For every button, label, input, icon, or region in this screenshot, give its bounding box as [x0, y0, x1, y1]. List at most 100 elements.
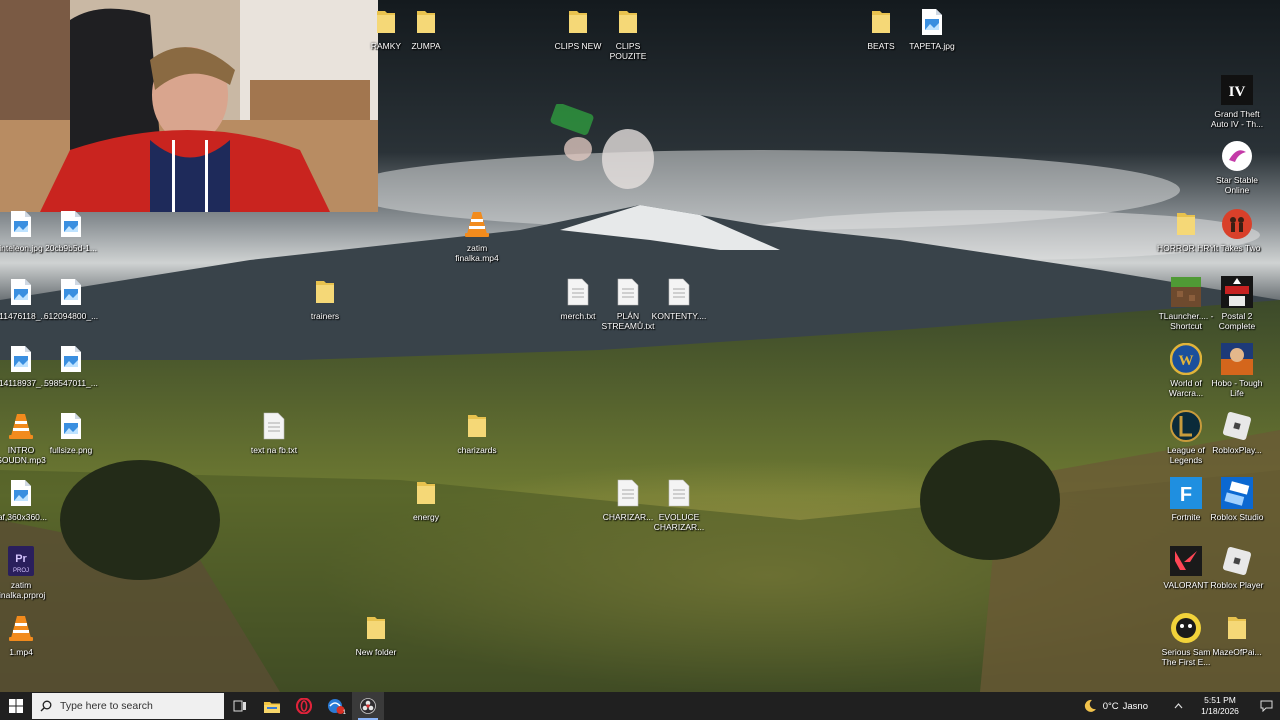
tl-icon — [1170, 276, 1202, 308]
desktop-icon-label: New folder — [355, 647, 397, 657]
image-icon — [5, 477, 37, 509]
text-icon — [663, 276, 695, 308]
desktop-icon[interactable]: energy — [396, 477, 456, 522]
taskbar: Type here to search 1 0°C Jasno 5:51 PM … — [0, 692, 1280, 720]
desktop-icon[interactable]: fullsize.png — [41, 410, 101, 455]
svg-text:Pr: Pr — [15, 553, 27, 565]
desktop-icon[interactable]: zatim finalka.mp4 — [447, 208, 507, 263]
desktop-icon[interactable]: CLIPS POUZITE — [598, 6, 658, 61]
desktop-icon[interactable]: charizards — [447, 410, 507, 455]
desktop-icon[interactable]: Pr PROJ zatim finalka.prproj — [0, 545, 51, 600]
start-button[interactable] — [0, 692, 32, 720]
wow-icon: W — [1170, 343, 1202, 375]
clock[interactable]: 5:51 PM 1/18/2026 — [1198, 695, 1242, 717]
desktop-icon[interactable]: It Takes Two — [1207, 208, 1267, 253]
image-icon — [916, 6, 948, 38]
desktop-icon-label: text na fb.txt — [250, 445, 298, 455]
opera-gx-button[interactable] — [288, 692, 320, 720]
vlc-icon — [5, 612, 37, 644]
svg-text:IV: IV — [1229, 84, 1246, 100]
desktop-icon[interactable]: Roblox Player — [1207, 545, 1267, 590]
pr-icon: Pr PROJ — [5, 545, 37, 577]
desktop-icon-label: EVOLUCE CHARIZAR... — [653, 512, 705, 532]
image-icon — [5, 343, 37, 375]
text-icon — [612, 477, 644, 509]
desktop-icon[interactable]: Postal 2 Complete — [1207, 276, 1267, 331]
image-icon — [5, 276, 37, 308]
desktop-icon-label: Postal 2 Complete — [1218, 311, 1256, 331]
image-icon — [55, 276, 87, 308]
desktop-icon[interactable]: RobloxPlay... — [1207, 410, 1267, 455]
desktop-icon-label: zatim finalka.prproj — [0, 580, 46, 600]
desktop-icon[interactable]: raf,360x360... — [0, 477, 51, 522]
weather-widget[interactable]: 0°C Jasno — [1083, 699, 1148, 713]
desktop-icon[interactable]: ZUMPA — [396, 6, 456, 51]
text-icon — [663, 477, 695, 509]
taskbar-search-box[interactable]: Type here to search — [32, 693, 224, 719]
desktop-icon[interactable]: TAPETA.jpg — [902, 6, 962, 51]
desktop-icon[interactable]: EVOLUCE CHARIZAR... — [649, 477, 709, 532]
desktop-icon[interactable]: text na fb.txt — [244, 410, 304, 455]
desktop-icon[interactable]: Roblox Studio — [1207, 477, 1267, 522]
desktop-icon-label: Hobo - Tough Life — [1211, 378, 1263, 398]
desktop-icon[interactable]: KONTENTY.... — [649, 276, 709, 321]
desktop-icon-label: zatim finalka.mp4 — [455, 243, 499, 263]
desktop-icon-label: energy — [413, 512, 439, 522]
desktop-icon[interactable]: IV Grand Theft Auto IV - Th... — [1207, 74, 1267, 129]
vlc-icon — [461, 208, 493, 240]
desktop-icon[interactable]: MazeOfPai... — [1207, 612, 1267, 657]
desktop-icon-label: 20cb9b5d-1... — [45, 243, 97, 253]
desktop-icon-label: 1.mp4 — [9, 647, 33, 657]
image-icon — [55, 410, 87, 442]
desktop-icon[interactable]: 612094800_... — [41, 276, 101, 321]
gta-icon: IV — [1221, 74, 1253, 106]
desktop-icon-label: Grand Theft Auto IV - Th... — [1210, 109, 1264, 129]
obs-button[interactable] — [352, 692, 384, 720]
postal-icon — [1221, 276, 1253, 308]
browser-button[interactable]: 1 — [320, 692, 352, 720]
meme-overlay-image — [548, 102, 658, 210]
folder-icon — [410, 477, 442, 509]
notifications-button[interactable] — [1252, 692, 1280, 720]
weather-condition: Jasno — [1122, 700, 1148, 712]
image-icon — [55, 343, 87, 375]
browser-badge: 1 — [342, 710, 346, 716]
text-icon — [562, 276, 594, 308]
desktop-icon-label: It Takes Two — [1213, 243, 1261, 253]
show-hidden-icons-button[interactable] — [1170, 703, 1186, 709]
windows-logo-icon — [9, 699, 23, 713]
desktop-icon-label: Star Stable Online — [1215, 175, 1259, 195]
search-icon — [40, 700, 52, 712]
svg-text:W: W — [1179, 353, 1194, 369]
svg-text:PROJ: PROJ — [13, 568, 29, 574]
moon-icon — [1084, 699, 1096, 712]
desktop-icon[interactable]: Star Stable Online — [1207, 140, 1267, 195]
desktop-icon[interactable]: trainers — [295, 276, 355, 321]
star-icon — [1221, 140, 1253, 172]
webcam-overlay — [0, 0, 378, 212]
desktop-icon[interactable]: 1.mp4 — [0, 612, 51, 657]
desktop-icon-label: MazeOfPai... — [1212, 647, 1262, 657]
folder-icon — [309, 276, 341, 308]
desktop-icon[interactable]: 598547011_... — [41, 343, 101, 388]
desktop-icon-label: Roblox Player — [1210, 580, 1264, 590]
desktop-icon-label: fullsize.png — [49, 445, 93, 455]
folder-icon — [410, 6, 442, 38]
image-icon — [5, 208, 37, 240]
folder-icon — [1221, 612, 1253, 644]
desktop-icon-label: ZUMPA — [411, 41, 441, 51]
vlc-icon — [5, 410, 37, 442]
desktop-icon[interactable]: New folder — [346, 612, 406, 657]
desktop-icon-label: 612094800_... — [43, 311, 99, 321]
desktop-icon[interactable]: 20cb9b5d-1... — [41, 208, 101, 253]
file-explorer-icon — [264, 701, 280, 713]
file-explorer-button[interactable] — [256, 692, 288, 720]
roblox-icon — [1221, 410, 1253, 442]
obs-icon — [360, 698, 376, 714]
desktop-icon[interactable]: Hobo - Tough Life — [1207, 343, 1267, 398]
desktop-icon-label: TAPETA.jpg — [909, 41, 955, 51]
task-view-button[interactable] — [224, 692, 256, 720]
desktop-icon-label: trainers — [310, 311, 340, 321]
svg-text:F: F — [1180, 484, 1192, 506]
lol-icon — [1170, 410, 1202, 442]
